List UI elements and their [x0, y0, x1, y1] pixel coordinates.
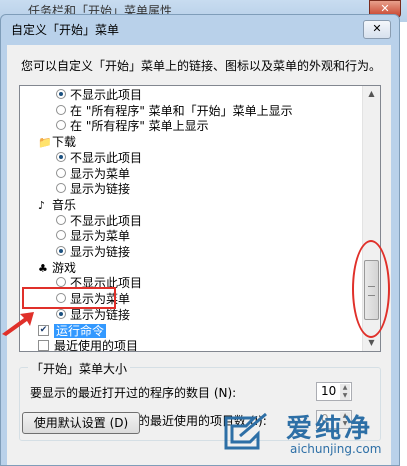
radio-button[interactable] — [56, 277, 66, 288]
radio-label: 不显示此项目 — [70, 150, 143, 165]
recent-programs-stepper[interactable]: 10 ▲ ▼ — [316, 382, 352, 401]
radio-button[interactable] — [56, 230, 66, 241]
annotation-ellipse — [352, 240, 390, 338]
radio-label: 不显示此项目 — [70, 88, 143, 102]
radio-label: 不显示此项目 — [70, 213, 143, 228]
folder-icon: 📁 — [38, 136, 52, 150]
radio-button[interactable] — [56, 183, 66, 194]
option-radio-row[interactable]: 不显示此项目 — [20, 88, 360, 102]
option-radio-row[interactable]: 不显示此项目 — [20, 214, 360, 228]
option-radio-row[interactable]: 在 "所有程序" 菜单上显示 — [20, 119, 360, 133]
checkbox-label: 运行命令 — [54, 323, 107, 338]
group-label: 游戏 — [52, 260, 77, 275]
option-group-header: ♣ 游戏 — [20, 261, 360, 275]
recent-programs-label: 要显示的最近打开过的程序的数目 (N): — [30, 386, 237, 400]
option-radio-row[interactable]: 不显示此项目 — [20, 151, 360, 165]
use-default-settings-button[interactable]: 使用默认设置 (D) — [22, 412, 140, 434]
dialog-title: 自定义「开始」菜单 — [11, 23, 120, 37]
radio-label: 显示为链接 — [70, 307, 131, 322]
customize-start-menu-dialog: 自定义「开始」菜单 ✕ 您可以自定义「开始」菜单上的链接、图标以及菜单的外观和行… — [0, 14, 400, 466]
radio-button[interactable] — [56, 120, 66, 131]
option-radio-row[interactable]: 显示为链接 — [20, 245, 360, 259]
option-radio-row[interactable]: 显示为链接 — [20, 182, 360, 196]
annotation-arrow-icon — [2, 312, 34, 336]
radio-button[interactable] — [56, 167, 66, 178]
radio-label: 显示为菜单 — [70, 229, 131, 244]
option-group-header: ♪ 音乐 — [20, 198, 360, 212]
spin-up-icon[interactable]: ▲ — [340, 384, 350, 392]
radio-button[interactable] — [56, 89, 66, 99]
radio-button[interactable] — [56, 246, 66, 256]
radio-label: 显示为菜单 — [70, 166, 131, 181]
watermark-url: aichunjing.com — [290, 442, 382, 456]
radio-button[interactable] — [56, 214, 66, 225]
dialog-description: 您可以自定义「开始」菜单上的链接、图标以及菜单的外观和行为。 — [21, 59, 382, 73]
radio-label: 显示为链接 — [70, 182, 131, 197]
option-radio-row[interactable]: 显示为菜单 — [20, 229, 360, 243]
radio-label: 显示为链接 — [70, 245, 131, 259]
spin-down-icon[interactable]: ▼ — [340, 392, 350, 400]
watermark-logo-icon — [224, 412, 267, 450]
option-group-header: 📁 下载 — [20, 135, 360, 149]
option-radio-row[interactable]: 显示为菜单 — [20, 167, 360, 181]
option-radio-row[interactable]: 显示为链接 — [20, 308, 360, 322]
dialog-client-area: 您可以自定义「开始」菜单上的链接、图标以及菜单的外观和行为。 不显示此项目在 "… — [7, 45, 391, 465]
watermark-text: 爱纯净 — [286, 414, 374, 444]
music-note-icon: ♪ — [38, 198, 46, 212]
option-radio-row[interactable]: 在 "所有程序" 菜单和「开始」菜单上显示 — [20, 104, 360, 118]
option-checkbox-row[interactable]: ✔ 运行命令 — [20, 323, 360, 338]
radio-label: 在 "所有程序" 菜单和「开始」菜单上显示 — [70, 103, 293, 118]
annotation-box — [22, 287, 116, 309]
radio-label: 在 "所有程序" 菜单上显示 — [70, 119, 209, 134]
radio-button[interactable] — [56, 308, 66, 319]
recent-programs-value: 10 — [321, 384, 337, 398]
start-menu-options-list[interactable]: 不显示此项目在 "所有程序" 菜单和「开始」菜单上显示在 "所有程序" 菜单上显… — [19, 85, 381, 352]
option-checkbox-row[interactable]: 最近使用的项目 — [20, 339, 360, 352]
dialog-close-icon[interactable]: ✕ — [363, 20, 391, 39]
checkbox-label: 最近使用的项目 — [54, 339, 139, 352]
radio-button[interactable] — [56, 151, 66, 162]
radio-button[interactable] — [56, 104, 66, 115]
group-label: 音乐 — [52, 197, 77, 212]
group-label: 下载 — [52, 135, 77, 150]
checkbox[interactable]: ✔ — [38, 324, 49, 336]
checkbox[interactable] — [38, 340, 49, 351]
start-menu-size-title: 「开始」菜单大小 — [28, 360, 131, 377]
scroll-up-icon[interactable]: ▲ — [364, 86, 379, 101]
gamepad-icon: ♣ — [38, 261, 48, 275]
